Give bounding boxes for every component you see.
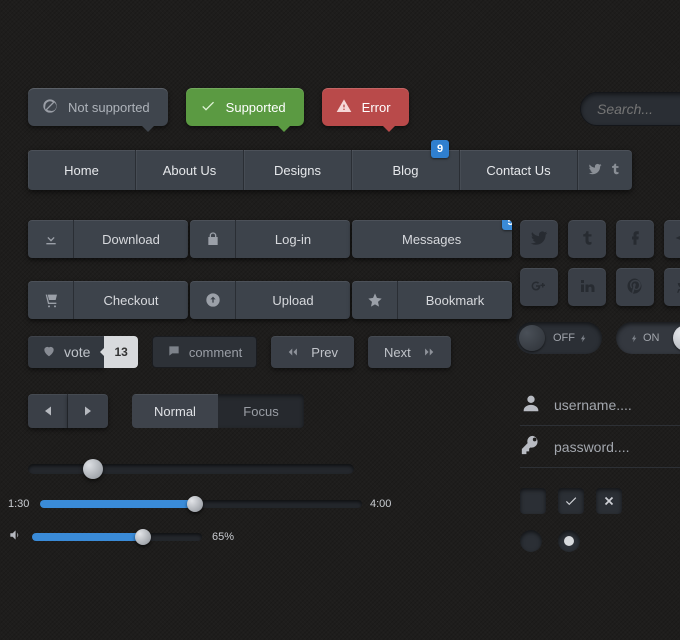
- supported-badge: Supported: [186, 88, 304, 126]
- tab-normal[interactable]: Normal: [132, 394, 218, 428]
- step-next[interactable]: [68, 394, 108, 428]
- checkbox-clear[interactable]: [596, 488, 622, 514]
- comment-button[interactable]: comment: [152, 336, 257, 368]
- volume-slider[interactable]: [32, 533, 202, 541]
- pinterest-icon: [626, 277, 644, 298]
- nav-blog-badge: 9: [431, 140, 449, 158]
- prev-button[interactable]: Prev: [271, 336, 354, 368]
- paperplane-icon: [674, 229, 680, 250]
- social-twitter[interactable]: [520, 220, 558, 258]
- messages-button[interactable]: Messages 5: [352, 220, 512, 258]
- login-block: username.... password....: [520, 384, 680, 552]
- username-field[interactable]: username....: [520, 384, 680, 426]
- social-pinterest[interactable]: [616, 268, 654, 306]
- upload-button[interactable]: Upload: [190, 281, 350, 319]
- time-start: 1:30: [8, 498, 32, 510]
- badge-label: Supported: [226, 100, 286, 115]
- messages-badge: 5: [502, 220, 512, 230]
- user-icon: [520, 392, 542, 417]
- speech-icon: [167, 344, 181, 361]
- volume-icon: [8, 528, 22, 545]
- check-icon: [200, 98, 216, 117]
- error-badge: Error: [322, 88, 409, 126]
- vote-button[interactable]: vote: [28, 336, 104, 368]
- bookmark-button[interactable]: Bookmark: [352, 281, 512, 319]
- lock-icon: [190, 220, 236, 258]
- linkedin-icon: [578, 277, 596, 298]
- volume-label: 65%: [212, 531, 236, 543]
- tumblr-icon: [578, 229, 596, 250]
- badge-label: Error: [362, 100, 391, 115]
- social-linkedin[interactable]: [568, 268, 606, 306]
- vote-count: 13: [104, 336, 137, 368]
- double-chevron-right-icon: [421, 345, 435, 360]
- step-prev[interactable]: [28, 394, 68, 428]
- social-grid: [520, 220, 680, 306]
- googleplus-icon: [530, 277, 548, 298]
- not-supported-badge: Not supported: [28, 88, 168, 126]
- check-icon: [564, 494, 578, 508]
- bolt-icon: [630, 334, 639, 343]
- username-placeholder: username....: [554, 397, 632, 413]
- checkout-button[interactable]: Checkout: [28, 281, 188, 319]
- generic-slider[interactable]: [28, 464, 354, 474]
- warning-icon: [336, 98, 352, 117]
- tab-focus[interactable]: Focus: [218, 394, 304, 428]
- nav-designs[interactable]: Designs: [244, 150, 352, 190]
- nav-blog[interactable]: Blog 9: [352, 150, 460, 190]
- nav-home[interactable]: Home: [28, 150, 136, 190]
- radio-selected[interactable]: [558, 530, 580, 552]
- social-googleplus[interactable]: [520, 268, 558, 306]
- x-icon: [602, 494, 616, 508]
- social-facebook[interactable]: [616, 220, 654, 258]
- facebook-icon: [626, 229, 644, 250]
- nav-contact[interactable]: Contact Us: [460, 150, 578, 190]
- volume-slider-row: 65%: [8, 528, 268, 545]
- vote-group: vote 13: [28, 336, 138, 368]
- twitter-icon: [588, 162, 602, 179]
- next-button[interactable]: Next: [368, 336, 451, 368]
- cart-icon: [28, 281, 74, 319]
- search-input[interactable]: [580, 92, 680, 126]
- star-icon: [352, 281, 398, 319]
- badge-label: Not supported: [68, 100, 150, 115]
- download-icon: [28, 220, 74, 258]
- nav-about[interactable]: About Us: [136, 150, 244, 190]
- tumblr-icon: [608, 162, 622, 179]
- time-slider[interactable]: [40, 500, 362, 508]
- bolt-icon: [579, 334, 588, 343]
- heart-icon: [42, 344, 56, 361]
- upload-icon: [190, 281, 236, 319]
- social-share[interactable]: [664, 220, 680, 258]
- social-tumblr[interactable]: [568, 220, 606, 258]
- login-button[interactable]: Log-in: [190, 220, 350, 258]
- download-button[interactable]: Download: [28, 220, 188, 258]
- toggle-on[interactable]: ON: [616, 322, 680, 354]
- main-nav: Home About Us Designs Blog 9 Contact Us: [28, 150, 632, 190]
- checkbox-unchecked[interactable]: [520, 488, 546, 514]
- grill-icon: [674, 277, 680, 298]
- password-field[interactable]: password....: [520, 426, 680, 468]
- radio-unselected[interactable]: [520, 530, 542, 552]
- prohibited-icon: [42, 98, 58, 117]
- key-icon: [520, 434, 542, 459]
- social-grill[interactable]: [664, 268, 680, 306]
- password-placeholder: password....: [554, 439, 629, 455]
- time-end: 4:00: [370, 498, 394, 510]
- time-slider-row: 1:30 4:00: [8, 498, 394, 510]
- twitter-icon: [530, 229, 548, 250]
- toggle-off[interactable]: OFF: [516, 322, 602, 354]
- arrow-stepper: [28, 394, 108, 428]
- tab-group: Normal Focus: [132, 394, 304, 428]
- checkbox-checked[interactable]: [558, 488, 584, 514]
- double-chevron-left-icon: [287, 345, 301, 360]
- nav-social[interactable]: [578, 150, 632, 190]
